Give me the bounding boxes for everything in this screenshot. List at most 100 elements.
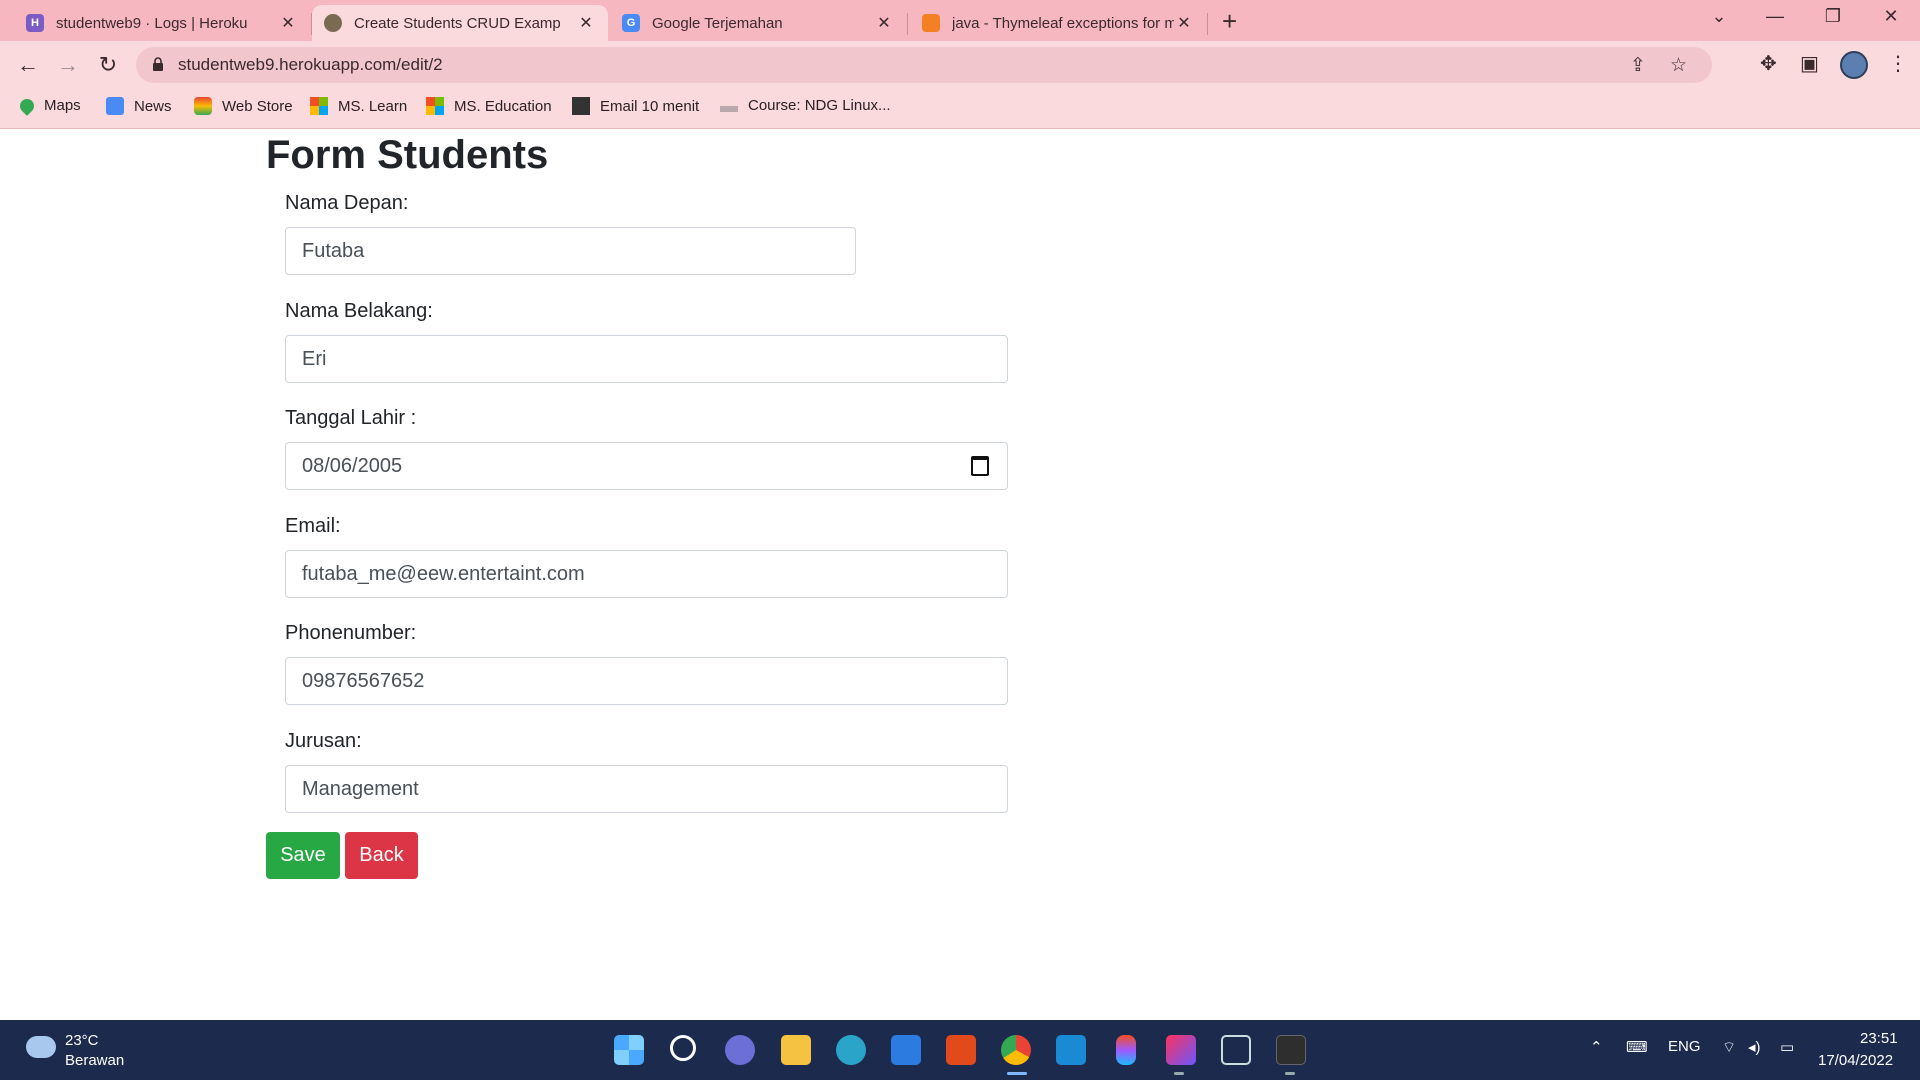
volume-icon[interactable]: ◂) — [1748, 1038, 1761, 1056]
page-content: Form Students Nama Depan: Futaba Nama Be… — [0, 129, 1920, 1020]
email-label: Email: — [285, 515, 341, 537]
birth-date-value: 08/06/2005 — [302, 454, 403, 477]
first-name-label: Nama Depan: — [285, 192, 409, 214]
chevron-up-icon[interactable]: ⌃ — [1590, 1038, 1603, 1056]
share-icon[interactable]: ⇪ — [1630, 54, 1646, 77]
language-indicator[interactable]: ENG — [1668, 1038, 1701, 1055]
bookmark-label: Web Store — [222, 97, 293, 115]
search-icon[interactable] — [670, 1035, 696, 1061]
bookmark-ms-education[interactable]: MS. Education — [426, 97, 552, 115]
page-title: Form Students — [266, 133, 549, 177]
menu-icon[interactable]: ⋮ — [1888, 51, 1908, 76]
tab-strip: H studentweb9 · Logs | Heroku ✕ Create S… — [0, 0, 1920, 41]
bookmarks-bar: Maps News Web Store MS. Learn MS. Educat… — [0, 89, 1920, 125]
cisco-icon — [720, 105, 738, 112]
bookmark-label: MS. Learn — [338, 97, 408, 115]
cloud-icon[interactable] — [26, 1036, 56, 1058]
new-tab-button[interactable]: + — [1222, 7, 1237, 35]
teams-chat-icon[interactable] — [725, 1035, 755, 1065]
tab-stackoverflow[interactable]: java - Thymeleaf exceptions for m ✕ — [910, 5, 1206, 41]
file-explorer-icon[interactable] — [781, 1035, 811, 1065]
close-tab-icon[interactable]: ✕ — [278, 13, 298, 33]
weather-desc[interactable]: Berawan — [65, 1052, 124, 1069]
close-tab-icon[interactable]: ✕ — [576, 13, 596, 33]
maps-icon — [17, 95, 37, 116]
birth-date-input[interactable]: 08/06/2005 — [285, 442, 1008, 490]
close-window-button[interactable]: ✕ — [1868, 6, 1914, 27]
forward-arrow-icon[interactable]: → — [54, 51, 82, 79]
bookmark-maps[interactable]: Maps — [17, 95, 81, 116]
chrome-icon[interactable] — [1001, 1035, 1031, 1065]
major-value: Management — [302, 777, 419, 800]
figma-icon[interactable] — [1116, 1035, 1136, 1065]
bookmark-ndg-linux[interactable]: Course: NDG Linux... — [720, 97, 891, 114]
tab-heroku-logs[interactable]: H studentweb9 · Logs | Heroku ✕ — [14, 5, 310, 41]
restore-button[interactable]: ❐ — [1810, 6, 1856, 27]
last-name-input[interactable]: Eri — [285, 335, 1008, 383]
last-name-label: Nama Belakang: — [285, 300, 433, 322]
major-label: Jurusan: — [285, 730, 362, 752]
active-app-indicator — [1007, 1072, 1027, 1075]
extensions-icon[interactable]: ✥ — [1760, 51, 1777, 76]
bookmark-ms-learn[interactable]: MS. Learn — [310, 97, 407, 115]
news-icon — [106, 97, 124, 115]
tab-title: java - Thymeleaf exceptions for m — [952, 14, 1174, 32]
email-input[interactable]: futaba_me@eew.entertaint.com — [285, 550, 1008, 598]
browser-chrome: H studentweb9 · Logs | Heroku ✕ Create S… — [0, 0, 1920, 129]
bookmark-label: News — [134, 97, 172, 115]
weather-temp[interactable]: 23°C — [65, 1032, 99, 1049]
reload-icon[interactable]: ↻ — [94, 51, 122, 79]
bookmark-web-store[interactable]: Web Store — [194, 97, 293, 115]
bookmark-label: Maps — [44, 97, 81, 114]
major-input[interactable]: Management — [285, 765, 1008, 813]
browser-toolbar: ← → ↻ studentweb9.herokuapp.com/edit/2 ☆… — [0, 41, 1920, 89]
clock-time[interactable]: 23:51 — [1860, 1030, 1898, 1047]
wifi-icon[interactable]: ⌔ — [1722, 1038, 1736, 1057]
keyboard-icon[interactable]: ⌨ — [1626, 1038, 1648, 1056]
first-name-value: Futaba — [302, 239, 365, 262]
save-button[interactable]: Save — [266, 832, 340, 879]
tab-title: studentweb9 · Logs | Heroku — [56, 14, 248, 32]
url-text: studentweb9.herokuapp.com/edit/2 — [178, 55, 443, 74]
tab-separator — [907, 13, 908, 35]
bookmark-email-10-menit[interactable]: Email 10 menit — [572, 97, 699, 115]
tab-title: Create Students CRUD Examp — [354, 14, 561, 32]
profile-avatar[interactable] — [1840, 51, 1868, 79]
bookmark-news[interactable]: News — [106, 97, 172, 115]
phone-input[interactable]: 09876567652 — [285, 657, 1008, 705]
tab-search-icon[interactable]: ⌄ — [1696, 6, 1742, 27]
email-value: futaba_me@eew.entertaint.com — [302, 562, 585, 585]
bookmark-label: Email 10 menit — [600, 97, 700, 115]
close-tab-icon[interactable]: ✕ — [874, 13, 894, 33]
battery-icon[interactable]: ▭ — [1780, 1038, 1794, 1056]
bookmark-label: Course: NDG Linux... — [748, 97, 891, 114]
taskbar: 23°C Berawan ⌃ ⌨ ENG ⌔ ◂) ▭ 23:51 17/04/… — [0, 1020, 1920, 1080]
address-bar[interactable]: studentweb9.herokuapp.com/edit/2 ☆ ⇪ — [136, 47, 1712, 83]
phone-value: 09876567652 — [302, 669, 425, 692]
microsoft-icon — [310, 97, 328, 115]
tab-google-translate[interactable]: G Google Terjemahan ✕ — [610, 5, 906, 41]
terminal-icon[interactable] — [1276, 1035, 1306, 1065]
birth-date-label: Tanggal Lahir : — [285, 407, 417, 429]
microsoft-icon — [426, 97, 444, 115]
close-tab-icon[interactable]: ✕ — [1174, 13, 1194, 33]
back-button[interactable]: Back — [345, 832, 418, 879]
mail-icon[interactable] — [891, 1035, 921, 1065]
start-icon[interactable] — [614, 1035, 644, 1065]
clock-date[interactable]: 17/04/2022 — [1818, 1052, 1893, 1069]
phone-label: Phonenumber: — [285, 622, 417, 644]
vscode-icon[interactable] — [1056, 1035, 1086, 1065]
virtualbox-icon[interactable] — [1221, 1035, 1251, 1065]
back-arrow-icon[interactable]: ← — [14, 51, 42, 79]
first-name-input[interactable]: Futaba — [285, 227, 856, 275]
minimize-button[interactable]: — — [1752, 6, 1798, 27]
side-panel-icon[interactable]: ▣ — [1800, 51, 1819, 76]
tab-create-students[interactable]: Create Students CRUD Examp ✕ — [312, 5, 608, 41]
edge-icon[interactable] — [836, 1035, 866, 1065]
tab-title: Google Terjemahan — [652, 14, 783, 32]
intellij-icon[interactable] — [1166, 1035, 1196, 1065]
google-translate-icon: G — [622, 14, 640, 32]
star-icon[interactable]: ☆ — [1670, 54, 1687, 77]
calendar-icon[interactable] — [971, 456, 989, 476]
office-icon[interactable] — [946, 1035, 976, 1065]
